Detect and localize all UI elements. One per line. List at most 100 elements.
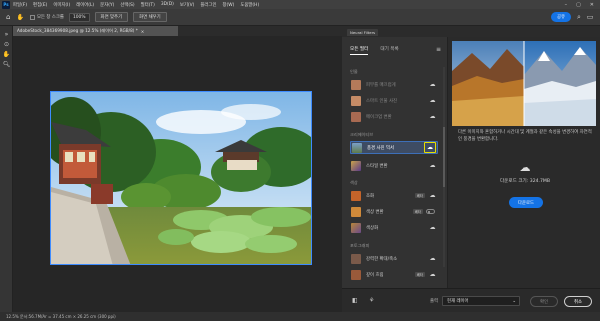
menu-plugins[interactable]: 플러그인 <box>200 2 216 8</box>
filter-label: 색상화 <box>366 225 379 231</box>
menu-select[interactable]: 선택(S) <box>120 2 134 8</box>
filter-toggle[interactable] <box>426 209 435 214</box>
filter-super-zoom[interactable]: 강력한 확대/축소 ☁ <box>350 252 438 265</box>
filter-color-transfer[interactable]: 색상 변환 베타 <box>350 205 438 218</box>
scrollbar-thumb[interactable] <box>443 127 445 187</box>
workspace-icon[interactable]: ▭ <box>586 12 594 22</box>
cloud-download-icon[interactable]: ☁ <box>428 191 437 200</box>
beta-badge: 베타 <box>412 209 423 214</box>
cloud-download-icon[interactable]: ☁ <box>424 142 436 153</box>
category-portrait: 인물 <box>350 69 358 74</box>
menu-type[interactable]: 문자(Y) <box>100 2 114 8</box>
zoom-field[interactable]: 100% <box>68 12 90 22</box>
fit-screen-button[interactable]: 화면 맞추기 <box>94 12 129 22</box>
close-window-icon[interactable]: ✕ <box>590 2 594 8</box>
cloud-download-icon: ☁ <box>519 160 531 174</box>
beta-badge: 베타 <box>414 193 425 198</box>
menu-help[interactable]: 도움말(H) <box>240 2 259 8</box>
filter-label: 피부를 매끄럽게 <box>366 82 396 88</box>
maximize-icon[interactable]: ▢ <box>576 2 581 8</box>
filter-smart-portrait[interactable]: 스마트 인물 사진 ☁ <box>350 94 438 107</box>
scroll-all-label: 모든 창 스크롤 <box>36 15 64 20</box>
menu-filter[interactable]: 필터(T) <box>141 2 155 8</box>
window-controls: – ▢ ✕ <box>565 2 594 8</box>
category-creative: 크리에이티브 <box>350 132 374 137</box>
hand-tool-icon[interactable]: ✋ <box>2 50 11 58</box>
filter-harmonization[interactable]: 조화 베타 ☁ <box>350 189 438 202</box>
filter-thumbnail <box>351 111 361 122</box>
category-color: 색상 <box>350 180 358 185</box>
landscape-preview-image <box>452 41 596 126</box>
cloud-download-icon[interactable]: ☁ <box>428 80 437 89</box>
menu-layer[interactable]: 레이어(L) <box>76 2 94 8</box>
output-select[interactable]: 현재 레이어 ⌄ <box>442 296 520 306</box>
document-title: AdobeStock_384369908.jpeg @ 12.5% (레이어 2… <box>17 28 138 33</box>
layer-icon[interactable]: ⚘ <box>369 297 374 304</box>
cloud-download-icon[interactable]: ☁ <box>428 223 437 232</box>
scroll-all-checkbox[interactable]: 모든 창 스크롤 <box>29 14 64 20</box>
filter-thumbnail <box>352 142 362 153</box>
beta-badge: 베타 <box>414 272 425 277</box>
menu-edit[interactable]: 편집(E) <box>33 2 47 8</box>
cloud-download-icon[interactable]: ☁ <box>428 254 437 263</box>
menu-image[interactable]: 이미지(I) <box>53 2 70 8</box>
search-icon[interactable]: ⌕ <box>575 12 583 22</box>
filter-skin-smoothing[interactable]: 피부를 매끄럽게 ☁ <box>350 78 438 91</box>
minimize-icon[interactable]: – <box>565 2 568 8</box>
preview-toggle-icon[interactable]: ◧ <box>352 297 358 304</box>
menu-file[interactable]: 파일(F) <box>13 2 27 8</box>
photoshop-logo: Ps <box>2 0 10 9</box>
filter-thumbnail <box>351 253 361 264</box>
more-options-icon[interactable]: ≡ <box>434 45 443 54</box>
ok-button[interactable]: 확인 <box>530 296 558 307</box>
cloud-download-icon[interactable]: ☁ <box>428 112 437 121</box>
filter-preview-panel: 다른 이미지와 혼합하거나 시간대 및 계절과 같은 속성을 변경하여 자연적인… <box>448 37 600 288</box>
filter-colorize[interactable]: 색상화 ☁ <box>350 221 438 234</box>
cloud-download-icon[interactable]: ☁ <box>428 96 437 105</box>
collapse-icon[interactable]: » <box>2 30 11 38</box>
output-label: 출력 <box>430 299 439 304</box>
garden-photo <box>51 92 311 264</box>
download-button[interactable]: 다운로드 <box>509 197 543 208</box>
rotate-view-icon[interactable]: ⊙ <box>2 40 11 48</box>
document-image[interactable] <box>50 91 312 265</box>
zoom-tool-icon[interactable]: 🔍︎ <box>2 60 11 68</box>
status-bar: 12.5% 문서:56.7M/Ar = 37.45 cm × 26.25 cm … <box>0 312 600 321</box>
home-icon[interactable]: ⌂ <box>6 13 10 21</box>
filter-landscape-mixer[interactable]: 풍경 사진 믹서 ☁ <box>350 141 438 154</box>
fill-screen-button[interactable]: 화면 채우기 <box>133 12 167 22</box>
filter-style-transfer[interactable]: 스타일 변환 ☁ <box>350 159 438 172</box>
checkbox-icon[interactable] <box>29 14 35 20</box>
filter-thumbnail <box>351 79 361 90</box>
chevron-down-icon: ⌄ <box>512 298 516 304</box>
filter-depth-blur[interactable]: 깊이 흐림 베타 ☁ <box>350 268 438 281</box>
tab-wait-list[interactable]: 대기 목록 <box>380 46 398 55</box>
menu-3d[interactable]: 3D(D) <box>161 2 174 7</box>
neural-filters-footer: ◧ ⚘ 출력 현재 레이어 ⌄ 확인 취소 <box>342 288 600 312</box>
category-photography: 포토그래피 <box>350 243 370 248</box>
cloud-download-icon[interactable]: ☁ <box>428 161 437 170</box>
filter-label: 스마트 인물 사진 <box>366 98 398 104</box>
filter-label: 풍경 사진 믹서 <box>367 145 395 151</box>
cancel-button[interactable]: 취소 <box>564 296 592 307</box>
download-size: 다운로드 크기: 324.7MB <box>499 179 551 184</box>
filter-thumbnail <box>351 222 361 233</box>
filter-thumbnail <box>351 269 361 280</box>
tab-strip <box>178 26 342 36</box>
output-select-value: 현재 레이어 <box>447 299 469 304</box>
filter-label: 조화 <box>366 193 375 199</box>
menu-view[interactable]: 보기(V) <box>180 2 195 8</box>
menu-window[interactable]: 창(W) <box>223 2 235 8</box>
share-button[interactable]: 공유 <box>551 12 571 22</box>
filter-thumbnail <box>351 95 361 106</box>
tab-all-filters[interactable]: 모든 필터 <box>350 46 369 55</box>
document-tab[interactable]: AdobeStock_384369908.jpeg @ 12.5% (레이어 2… <box>13 26 178 36</box>
cloud-download-icon[interactable]: ☁ <box>428 270 437 279</box>
close-tab-icon[interactable]: × <box>141 29 145 34</box>
filter-label: 색상 변환 <box>366 209 384 215</box>
filter-makeup-transfer[interactable]: 메이크업 변환 ☁ <box>350 110 438 123</box>
filter-label: 강력한 확대/축소 <box>366 256 398 262</box>
neural-filters-tab[interactable]: Neural Filters <box>347 29 379 36</box>
filter-thumbnail <box>351 206 361 217</box>
status-text: 12.5% 문서:56.7M/Ar = 37.45 cm × 26.25 cm … <box>6 313 116 319</box>
